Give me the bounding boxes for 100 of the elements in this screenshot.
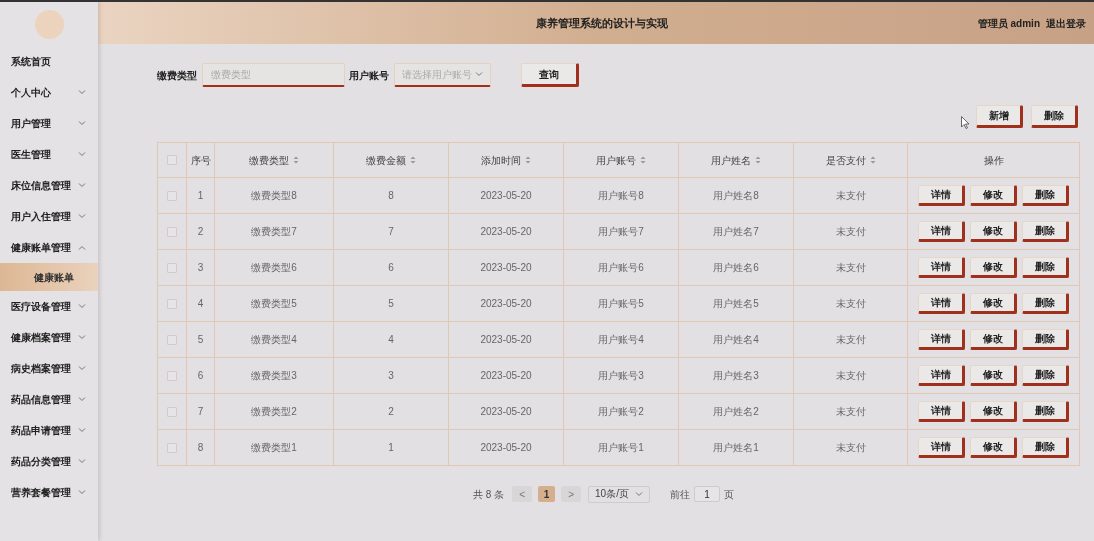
- edit-button[interactable]: 修改: [970, 365, 1017, 386]
- row-checkbox[interactable]: [167, 334, 177, 345]
- table-cell: 7: [187, 394, 215, 429]
- sort-icon[interactable]: [410, 156, 416, 164]
- sidebar-item[interactable]: 系统首页: [0, 45, 98, 77]
- row-checkbox[interactable]: [167, 298, 177, 309]
- column-header[interactable]: 用户姓名: [679, 143, 794, 177]
- table-cell: 未支付: [794, 178, 908, 213]
- detail-button[interactable]: 详情: [918, 185, 965, 206]
- table-cell: 6: [334, 250, 449, 285]
- row-checkbox[interactable]: [167, 262, 177, 273]
- row-checkbox[interactable]: [167, 442, 177, 453]
- sidebar-item[interactable]: 个人中心: [0, 76, 98, 108]
- delete-button[interactable]: 删除: [1022, 329, 1069, 350]
- chevron-down-icon: [78, 458, 86, 464]
- edit-button[interactable]: 修改: [970, 185, 1017, 206]
- sidebar-item[interactable]: 病史档案管理: [0, 352, 98, 384]
- logout-link[interactable]: 退出登录: [1046, 15, 1086, 31]
- table-cell: 用户姓名3: [679, 358, 794, 393]
- query-button[interactable]: 查询: [521, 63, 579, 87]
- table-cell: 用户账号1: [564, 430, 679, 465]
- sidebar-item[interactable]: 药品分类管理: [0, 445, 98, 477]
- detail-button[interactable]: 详情: [918, 401, 965, 422]
- table-cell: 用户账号6: [564, 250, 679, 285]
- cursor-icon: [961, 115, 970, 129]
- column-header[interactable]: 添加时间: [449, 143, 564, 177]
- table-cell: 用户姓名7: [679, 214, 794, 249]
- sidebar-item[interactable]: 营养套餐管理: [0, 476, 98, 508]
- edit-button[interactable]: 修改: [970, 401, 1017, 422]
- detail-button[interactable]: 详情: [918, 329, 965, 350]
- sort-icon[interactable]: [525, 156, 531, 164]
- logo-icon: [34, 9, 64, 39]
- detail-button[interactable]: 详情: [918, 293, 965, 314]
- sidebar-item[interactable]: 健康档案管理: [0, 321, 98, 353]
- sidebar-item[interactable]: 药品申请管理: [0, 414, 98, 446]
- sidebar-subitem[interactable]: 健康账单: [0, 263, 98, 291]
- detail-button[interactable]: 详情: [918, 257, 965, 278]
- delete-button[interactable]: 删除: [1022, 221, 1069, 242]
- edit-button[interactable]: 修改: [970, 257, 1017, 278]
- detail-button[interactable]: 详情: [918, 437, 965, 458]
- table-cell: 未支付: [794, 394, 908, 429]
- sidebar-item[interactable]: 健康账单管理: [0, 231, 98, 263]
- table-cell: 缴费类型5: [215, 286, 334, 321]
- sidebar-item[interactable]: 用户管理: [0, 107, 98, 139]
- sort-icon[interactable]: [293, 156, 299, 164]
- column-header[interactable]: 是否支付: [794, 143, 908, 177]
- detail-button[interactable]: 详情: [918, 221, 965, 242]
- table-cell: 缴费类型3: [215, 358, 334, 393]
- table-cell: 用户账号3: [564, 358, 679, 393]
- row-checkbox[interactable]: [167, 226, 177, 237]
- delete-button[interactable]: 删除: [1022, 293, 1069, 314]
- table-cell: 1: [187, 178, 215, 213]
- sidebar-item[interactable]: 医生管理: [0, 138, 98, 170]
- table-cell: 未支付: [794, 322, 908, 357]
- page-size-select[interactable]: 10条/页: [588, 485, 651, 503]
- table-cell: 2023-05-20: [449, 322, 564, 357]
- sort-icon[interactable]: [755, 156, 761, 164]
- row-checkbox[interactable]: [167, 370, 177, 381]
- row-checkbox[interactable]: [167, 155, 177, 165]
- edit-button[interactable]: 修改: [970, 329, 1017, 350]
- table-cell: 未支付: [794, 250, 908, 285]
- column-header[interactable]: 缴费类型: [215, 143, 334, 177]
- sidebar-item[interactable]: 药品信息管理: [0, 383, 98, 415]
- delete-button[interactable]: 删除: [1022, 257, 1069, 278]
- row-checkbox[interactable]: [167, 190, 177, 201]
- sidebar-item[interactable]: 用户入住管理: [0, 200, 98, 232]
- delete-button[interactable]: 删除: [1031, 104, 1078, 128]
- column-header: 操作: [982, 153, 1005, 168]
- sort-icon[interactable]: [869, 156, 876, 164]
- add-button[interactable]: 新增: [976, 104, 1023, 128]
- table-cell: 2023-05-20: [449, 394, 564, 429]
- table-cell: 用户姓名1: [679, 430, 794, 465]
- table-cell: 2023-05-20: [449, 430, 564, 465]
- sort-icon[interactable]: [640, 156, 646, 164]
- edit-button[interactable]: 修改: [970, 293, 1017, 314]
- table-cell: 4: [187, 286, 215, 321]
- delete-button[interactable]: 删除: [1022, 185, 1069, 206]
- field-label: 用户账号: [349, 68, 389, 83]
- page-number-field[interactable]: 1: [694, 486, 721, 502]
- column-header[interactable]: 用户账号: [564, 143, 679, 177]
- edit-button[interactable]: 修改: [970, 437, 1017, 458]
- detail-button[interactable]: 详情: [918, 365, 965, 386]
- edit-button[interactable]: 修改: [970, 221, 1017, 242]
- chevron-down-icon: [635, 491, 644, 497]
- column-header: 序号: [187, 143, 215, 177]
- table-cell: 用户账号8: [564, 178, 679, 213]
- table-cell: 用户账号4: [564, 322, 679, 357]
- delete-button[interactable]: 删除: [1022, 365, 1069, 386]
- table-cell: 用户姓名2: [679, 394, 794, 429]
- row-checkbox[interactable]: [167, 406, 177, 417]
- sidebar-item[interactable]: 医疗设备管理: [0, 290, 98, 322]
- delete-button[interactable]: 删除: [1022, 437, 1069, 458]
- table-cell: 8: [187, 430, 215, 465]
- sidebar-item[interactable]: 床位信息管理: [0, 169, 98, 201]
- column-header[interactable]: 缴费金额: [334, 143, 449, 177]
- page-button[interactable]: 1: [538, 486, 556, 502]
- chevron-down-icon: [78, 334, 86, 340]
- table-cell: 缴费类型4: [215, 322, 334, 357]
- table-cell: 2023-05-20: [449, 178, 564, 213]
- delete-button[interactable]: 删除: [1022, 401, 1069, 422]
